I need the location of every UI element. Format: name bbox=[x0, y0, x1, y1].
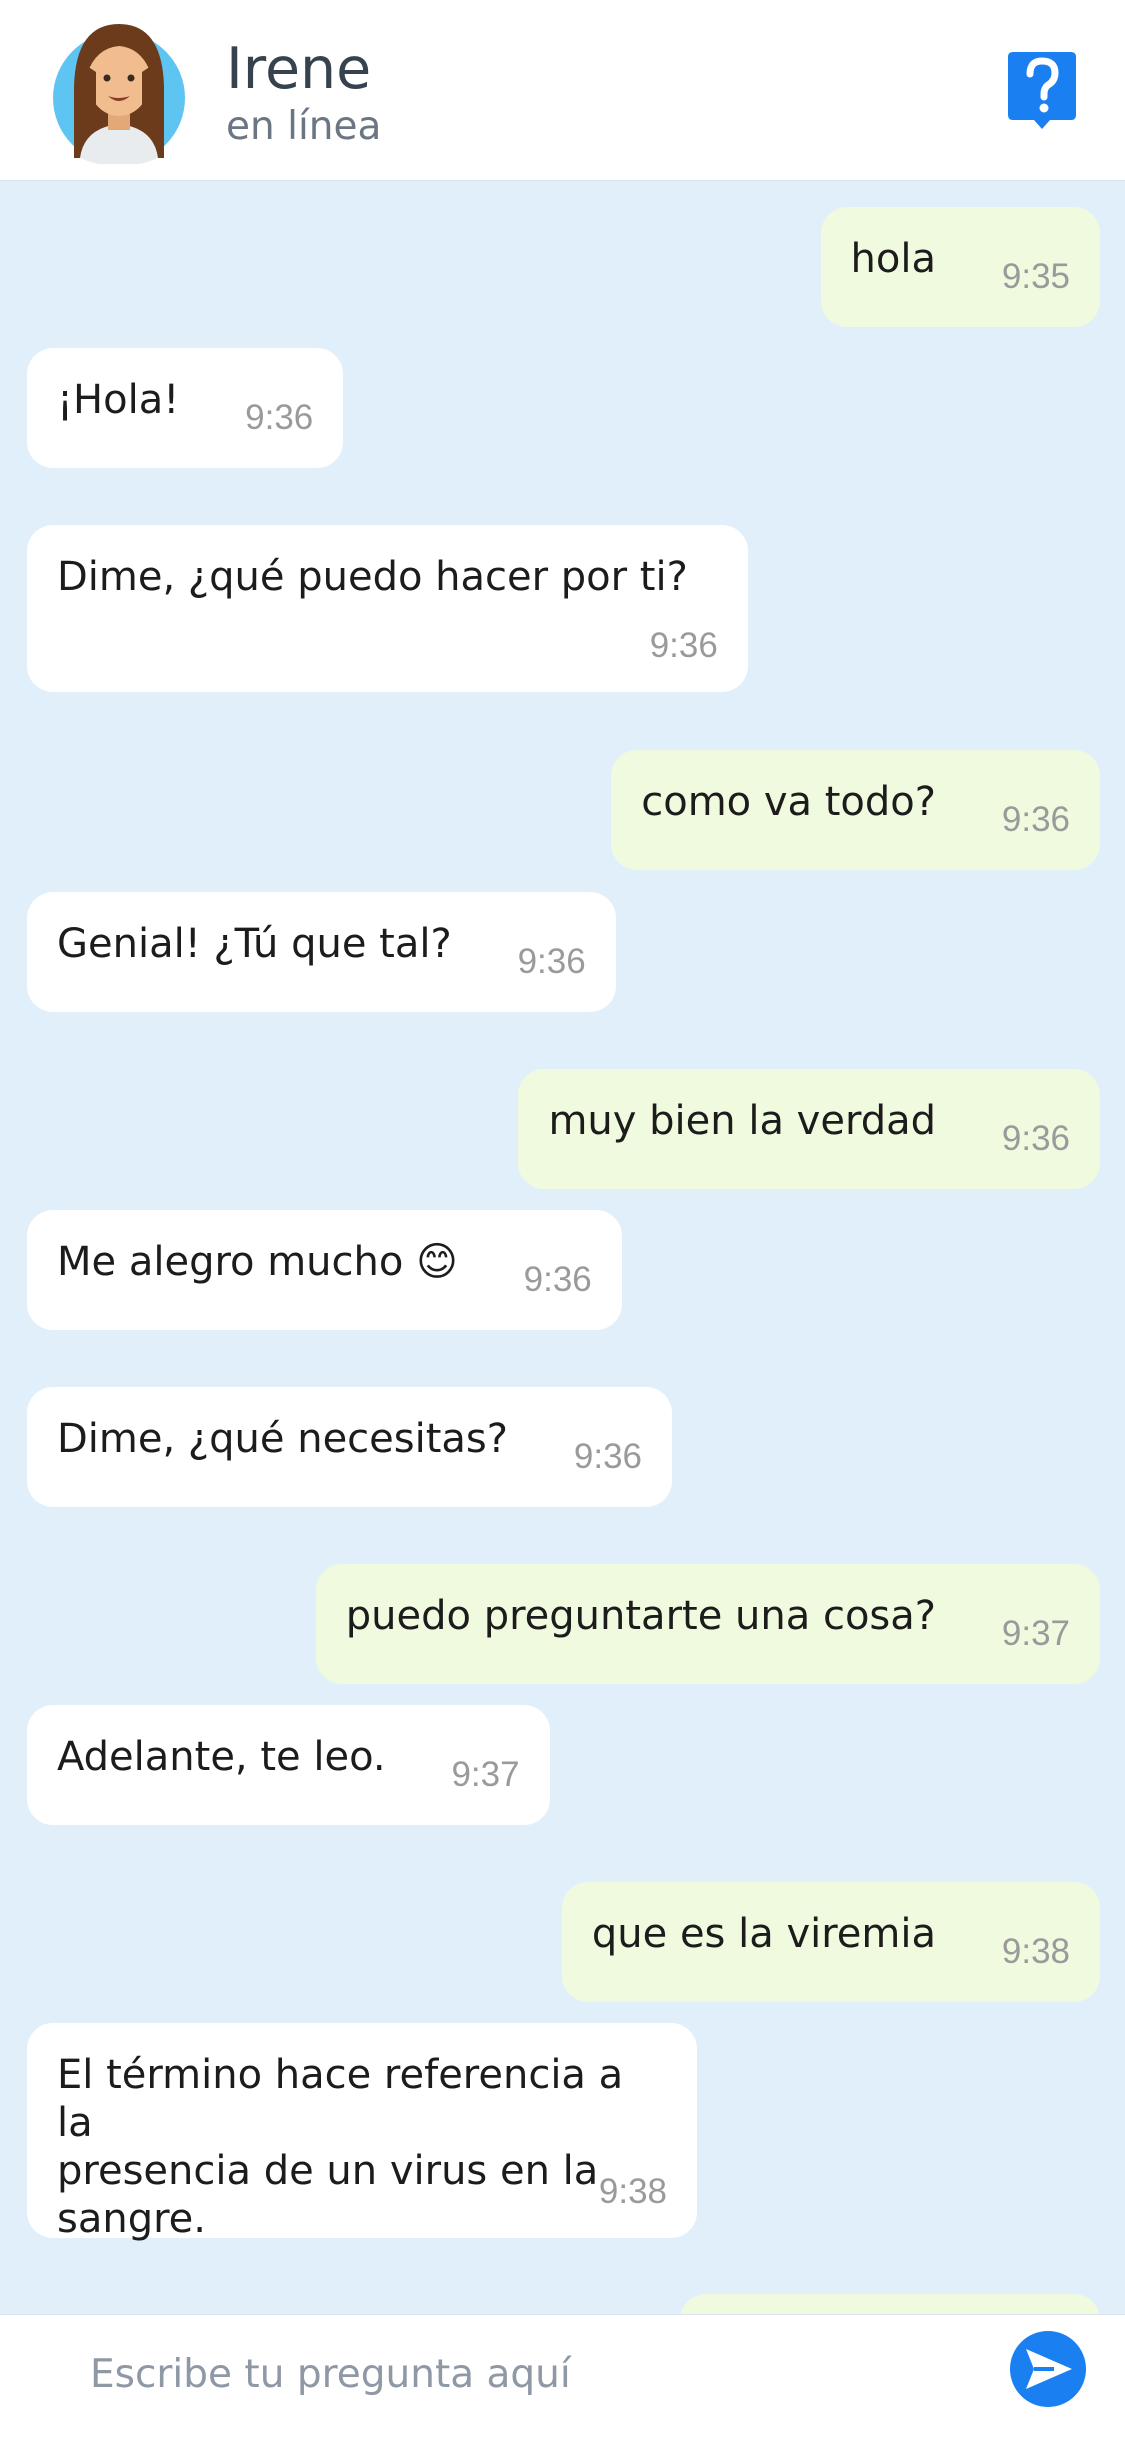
message-time: 9:37 bbox=[451, 1755, 520, 1794]
message-time: 9:37 bbox=[1001, 1614, 1070, 1653]
message-incoming: ¡Hola! 9:36 bbox=[27, 348, 344, 468]
message-incoming: Me alegro mucho 😊 9:36 bbox=[27, 1210, 622, 1330]
message-text: El término hace referencia a la presenci… bbox=[57, 2052, 624, 2242]
message-text: Adelante, te leo. bbox=[57, 1734, 386, 1780]
message-outgoing: que es la viremia 9:38 bbox=[561, 1882, 1100, 2002]
message-time: 9:36 bbox=[649, 626, 718, 665]
message-outgoing: hola 9:35 bbox=[820, 207, 1100, 327]
message-time: 9:38 bbox=[1001, 1932, 1070, 1971]
avatar[interactable] bbox=[50, 16, 188, 164]
message-time: 9:36 bbox=[1001, 800, 1070, 839]
message-text: Me alegro mucho 😊 bbox=[57, 1239, 458, 1285]
message-text: Genial! ¿Tú que tal? bbox=[57, 921, 452, 967]
message-list[interactable]: hola 9:35 ¡Hola! 9:36 Dime, ¿qué puedo h… bbox=[0, 181, 1125, 2314]
message-outgoing: puedo preguntarte una cosa? 9:37 bbox=[315, 1564, 1100, 1684]
message-time: 9:36 bbox=[1001, 1119, 1070, 1158]
contact-status: en línea bbox=[226, 104, 382, 149]
composer-bar bbox=[0, 2314, 1125, 2437]
message-time: 9:38 bbox=[598, 2172, 667, 2211]
question-input[interactable] bbox=[90, 2339, 970, 2409]
message-text: ¡Hola! bbox=[57, 377, 180, 423]
message-text: puedo preguntarte una cosa? bbox=[345, 1593, 936, 1639]
message-text: Dime, ¿qué necesitas? bbox=[57, 1416, 508, 1462]
message-time: 9:36 bbox=[517, 942, 586, 981]
chat-header: Irene en línea bbox=[0, 0, 1125, 181]
message-text: que es la viremia bbox=[591, 1911, 936, 1957]
message-text: hola bbox=[850, 236, 936, 282]
send-button[interactable] bbox=[1010, 2331, 1086, 2407]
message-time: 9:36 bbox=[573, 1437, 642, 1476]
send-arrow-icon bbox=[1026, 2349, 1072, 2389]
message-incoming: Dime, ¿qué puedo hacer por ti? 9:36 bbox=[27, 525, 748, 692]
message-incoming: Dime, ¿qué necesitas? 9:36 bbox=[27, 1387, 672, 1507]
message-outgoing: como va todo? 9:36 bbox=[611, 750, 1100, 870]
message-outgoing: muy bien la verdad 9:36 bbox=[518, 1069, 1100, 1189]
message-text: Dime, ¿qué puedo hacer por ti? bbox=[57, 554, 688, 600]
message-incoming: Genial! ¿Tú que tal? 9:36 bbox=[27, 892, 616, 1012]
message-incoming: Adelante, te leo. 9:37 bbox=[27, 1705, 550, 1825]
message-time: 9:36 bbox=[523, 1260, 592, 1299]
message-outgoing-partial bbox=[680, 2294, 1100, 2314]
message-incoming: El término hace referencia a la presenci… bbox=[27, 2023, 697, 2242]
message-text: muy bien la verdad bbox=[548, 1098, 936, 1144]
question-mark-icon[interactable] bbox=[1008, 52, 1076, 130]
message-time: 9:35 bbox=[1001, 257, 1070, 296]
message-text: como va todo? bbox=[641, 779, 936, 825]
message-time: 9:36 bbox=[245, 398, 314, 437]
contact-name: Irene bbox=[226, 36, 372, 102]
